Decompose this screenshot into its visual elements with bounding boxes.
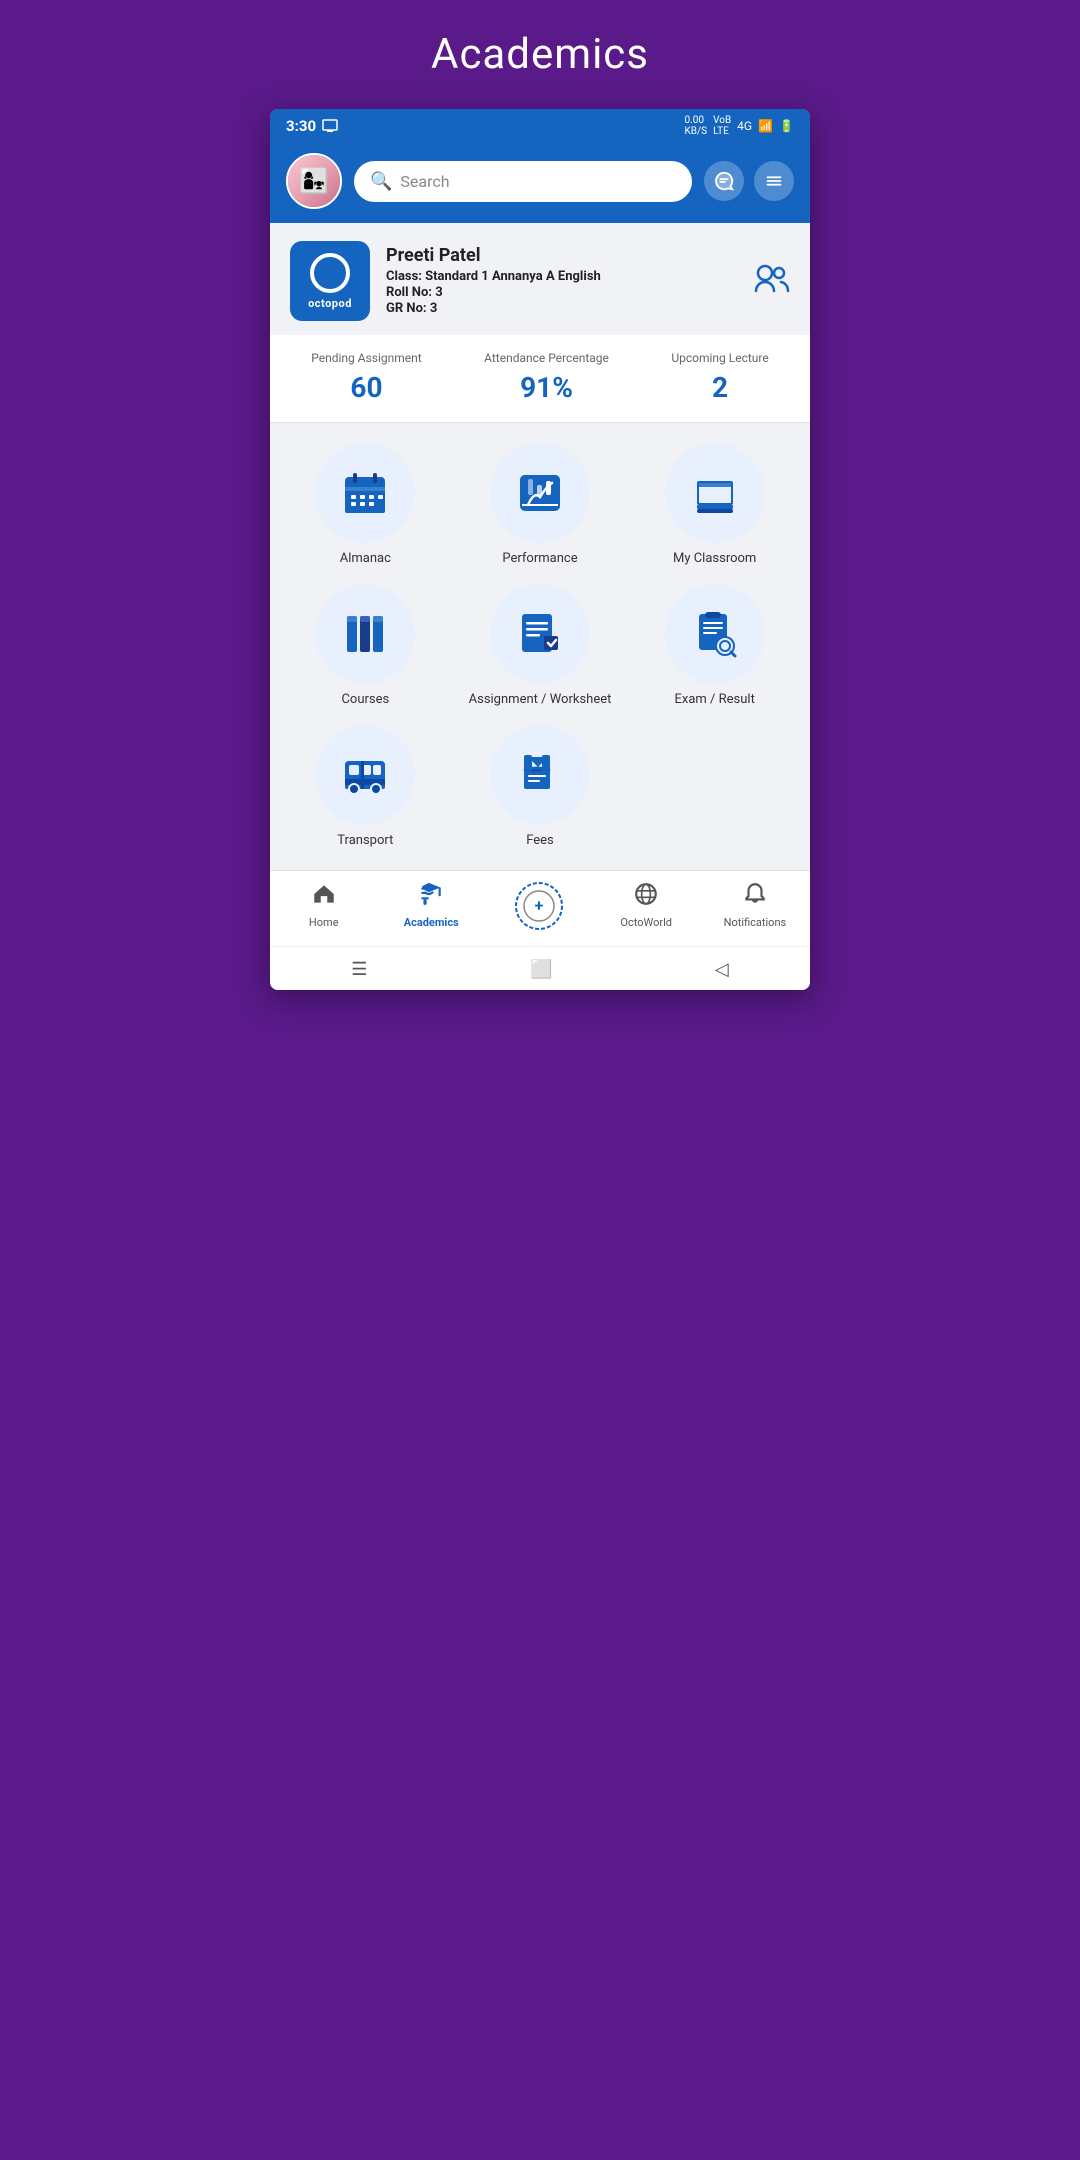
header: 👩‍👧 🔍 Search [270,143,810,223]
stat-lecture-label: Upcoming Lecture [671,351,768,365]
nav-item-home[interactable]: Home [294,881,354,938]
menu-item-fees[interactable]: Fees [461,725,620,850]
nav-label-academics: Academics [404,916,459,929]
menu-item-my-classroom[interactable]: My Classroom [635,443,794,568]
menu-item-transport[interactable]: Transport [286,725,445,850]
carrier-label: VoBLTE [713,115,731,137]
menu-item-performance[interactable]: Performance [461,443,620,568]
bottom-nav: Home Academics [270,870,810,946]
nav-item-octoworld[interactable]: OctoWorld [616,881,676,938]
nav-label-octoworld: OctoWorld [620,916,672,929]
android-menu-button[interactable]: ☰ [351,959,367,980]
menu-label-exam: Exam / Result [675,692,755,709]
avatar[interactable]: 👩‍👧 [286,153,342,209]
menu-item-almanac[interactable]: Almanac [286,443,445,568]
menu-label-my-classroom: My Classroom [673,551,756,568]
svg-text:+: + [534,896,543,915]
menu-label-transport: Transport [337,833,393,850]
phone-frame: 3:30 0.00KB/S VoBLTE 4G 📶 🔋 👩‍👧 🔍 Search [270,109,810,990]
network-4g: 4G [737,119,752,133]
profile-roll: Roll No: 3 [386,285,738,300]
search-placeholder: Search [400,172,449,191]
menu-section: Almanac Performance [270,423,810,870]
profile-roll-value: 3 [435,285,442,300]
menu-label-almanac: Almanac [340,551,391,568]
chat-icon [713,170,735,192]
menu-label-performance: Performance [502,551,577,568]
stat-pending: Pending Assignment 60 [311,351,421,404]
stat-attendance-value: 91% [484,371,609,404]
nav-label-notifications: Notifications [724,916,787,929]
transport-icon [339,749,391,801]
exam-icon [689,608,741,660]
nav-item-notifications[interactable]: Notifications [724,881,787,938]
profile-card: octopod Preeti Patel Class: Standard 1 A… [270,223,810,335]
search-icon: 🔍 [370,171,392,192]
courses-icon [339,608,391,660]
globe-icon [633,881,659,913]
profile-gr-value: 3 [430,301,437,316]
menu-label-courses: Courses [341,692,389,709]
assignment-icon [514,608,566,660]
group-icon[interactable] [754,263,790,300]
stat-lecture-value: 2 [671,371,768,404]
bell-icon [742,881,768,913]
nav-label-home: Home [309,916,339,929]
android-back-button[interactable]: ◁ [715,959,729,980]
stat-pending-value: 60 [311,371,421,404]
battery-icon: 🔋 [779,119,794,133]
profile-info: Preeti Patel Class: Standard 1 Annanya A… [386,245,738,317]
screen-icon [322,119,338,133]
menu-item-courses[interactable]: Courses [286,584,445,709]
profile-class: Class: Standard 1 Annanya A English [386,269,738,284]
chat-icon-button[interactable] [704,161,744,201]
stat-attendance-label: Attendance Percentage [484,351,609,365]
network-speed: 0.00KB/S [685,115,708,137]
signal-icon: 📶 [758,119,773,133]
menu-icon-button[interactable] [754,161,794,201]
classroom-icon [689,467,741,519]
octoplus-icon: + [514,881,564,935]
nav-item-academics[interactable]: Academics [401,881,461,938]
search-bar[interactable]: 🔍 Search [354,161,692,202]
academics-icon [418,881,444,913]
stat-attendance: Attendance Percentage 91% [484,351,609,404]
stats-section: Pending Assignment 60 Attendance Percent… [270,335,810,423]
home-icon [311,881,337,913]
android-home-button[interactable]: ⬜ [530,959,552,980]
performance-icon [514,467,566,519]
menu-item-exam[interactable]: Exam / Result [635,584,794,709]
fees-icon [514,749,566,801]
nav-item-octoplus[interactable]: + [509,881,569,938]
profile-gr: GR No: 3 [386,301,738,316]
menu-label-fees: Fees [526,833,554,850]
profile-name: Preeti Patel [386,245,738,266]
page-title-outer: Academics [431,30,649,79]
profile-class-value: Standard 1 Annanya A English [425,269,601,284]
stat-pending-label: Pending Assignment [311,351,421,365]
menu-label-assignment: Assignment / Worksheet [469,692,612,709]
hamburger-icon [763,170,785,192]
android-nav: ☰ ⬜ ◁ [270,946,810,990]
stat-lecture: Upcoming Lecture 2 [671,351,768,404]
menu-grid: Almanac Performance [286,443,794,850]
octopod-logo: octopod [290,241,370,321]
menu-item-assignment[interactable]: Assignment / Worksheet [461,584,620,709]
almanac-icon [339,467,391,519]
status-time: 3:30 [286,117,316,135]
status-bar: 3:30 0.00KB/S VoBLTE 4G 📶 🔋 [270,109,810,143]
